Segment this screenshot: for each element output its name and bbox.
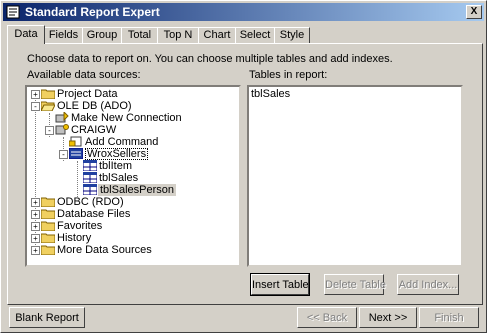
database-icon <box>69 148 83 159</box>
folder-icon <box>41 197 55 207</box>
tab-top-n[interactable]: Top N <box>157 27 199 43</box>
server-icon <box>55 124 69 135</box>
close-button[interactable]: X <box>466 5 482 19</box>
connection-icon <box>55 112 69 123</box>
tab-fields[interactable]: Fields <box>44 27 83 43</box>
expander-minus[interactable]: - <box>45 126 54 135</box>
folder-icon <box>41 209 55 219</box>
tree-item-label: Make New Connection <box>71 112 182 124</box>
tables-in-report-label: Tables in report: <box>249 69 328 81</box>
tree-item-label: tblSalesPerson <box>98 184 176 196</box>
tree-item-label: Database Files <box>57 208 131 220</box>
expander-minus[interactable]: - <box>59 150 68 159</box>
tab-group[interactable]: Group <box>82 27 122 43</box>
folder-open-icon <box>41 101 55 111</box>
tree-item-database-files[interactable]: + Database Files <box>27 208 235 220</box>
expander-plus[interactable]: + <box>31 234 40 243</box>
finish-button[interactable]: Finish <box>419 307 479 328</box>
report-expert-window: Standard Report Expert X Data Fields Gro… <box>0 0 487 333</box>
tree-item-tblsales[interactable]: tblSales <box>27 172 235 184</box>
table-icon <box>83 160 97 171</box>
tab-select[interactable]: Select <box>235 27 275 43</box>
tables-in-report-list[interactable]: tblSales <box>247 85 463 267</box>
tab-data[interactable]: Data <box>7 25 45 44</box>
folder-icon <box>41 245 55 255</box>
tree-item-label: tblItem <box>99 160 133 172</box>
tree-item-label: tblSales <box>99 172 139 184</box>
list-item[interactable]: tblSales <box>251 88 290 100</box>
tree-item-label: More Data Sources <box>57 244 152 256</box>
tree-item-make-new-connection[interactable]: Make New Connection <box>27 112 235 124</box>
tree-item-project-data[interactable]: + Project Data <box>27 88 235 100</box>
tree-item-label: CRAIGW <box>71 124 117 136</box>
tree-item-more-data-sources[interactable]: + More Data Sources <box>27 244 235 256</box>
tree-item-label: ODBC (RDO) <box>57 196 124 208</box>
tree-item-tblitem[interactable]: tblItem <box>27 160 235 172</box>
tree-item-label: Favorites <box>57 220 103 232</box>
tree-item-ole-db[interactable]: - OLE DB (ADO) <box>27 100 235 112</box>
folder-icon <box>41 221 55 231</box>
tree-item-label: History <box>57 232 92 244</box>
next-button[interactable]: Next >> <box>359 307 417 328</box>
report-expert-icon <box>6 5 20 19</box>
tab-total[interactable]: Total <box>121 27 158 43</box>
tree-item-tblsalesperson[interactable]: tblSalesPerson <box>27 184 235 196</box>
expander-plus[interactable]: + <box>31 222 40 231</box>
expander-plus[interactable]: + <box>31 246 40 255</box>
tree-item-label: Add Command <box>85 136 159 148</box>
tree-item-odbc[interactable]: + ODBC (RDO) <box>27 196 235 208</box>
blank-report-button[interactable]: Blank Report <box>9 307 85 328</box>
expander-minus[interactable]: - <box>31 102 40 111</box>
add-index-button[interactable]: Add Index... <box>397 274 459 295</box>
tree-item-craigw[interactable]: - CRAIGW <box>27 124 235 136</box>
tree-item-label: WroxSellers <box>85 148 149 160</box>
table-icon <box>83 184 97 195</box>
tree-item-favorites[interactable]: + Favorites <box>27 220 235 232</box>
available-sources-label: Available data sources: <box>27 69 141 81</box>
folder-icon <box>41 89 55 99</box>
insert-table-button[interactable]: Insert Table <box>250 273 310 296</box>
expander-plus[interactable]: + <box>31 198 40 207</box>
expander-plus[interactable]: + <box>31 210 40 219</box>
back-button[interactable]: << Back <box>297 307 357 328</box>
expander-plus[interactable]: + <box>31 90 40 99</box>
delete-table-button[interactable]: Delete Table <box>324 274 386 295</box>
table-icon <box>83 172 97 183</box>
tree-item-label: Project Data <box>57 88 118 100</box>
tab-style[interactable]: Style <box>274 27 310 43</box>
command-icon <box>69 136 82 147</box>
folder-icon <box>41 233 55 243</box>
tree-item-history[interactable]: + History <box>27 232 235 244</box>
data-sources-tree[interactable]: + Project Data - OLE DB (ADO) Make New C… <box>25 85 241 267</box>
tree-item-label: OLE DB (ADO) <box>57 100 132 112</box>
title-bar: Standard Report Expert X <box>3 3 484 21</box>
tree-item-add-command[interactable]: Add Command <box>27 136 235 148</box>
tree-item-wroxsellers[interactable]: - WroxSellers <box>27 148 235 160</box>
tab-chart[interactable]: Chart <box>198 27 236 43</box>
instructions-text: Choose data to report on. You can choose… <box>27 53 393 65</box>
window-title: Standard Report Expert <box>25 5 160 19</box>
